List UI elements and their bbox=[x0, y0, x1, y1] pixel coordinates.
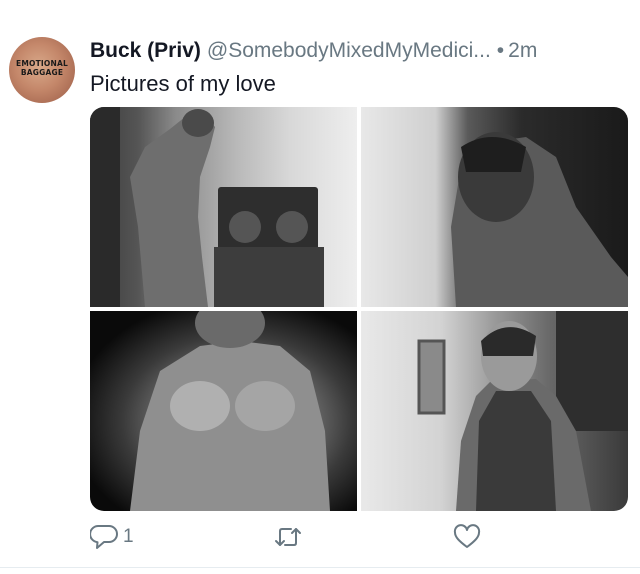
tweet-header: Buck (Priv) @SomebodyMixedMyMedici... • 2m bbox=[90, 39, 620, 67]
tweet-text: Pictures of my love bbox=[90, 71, 276, 96]
author-handle[interactable]: @SomebodyMixedMyMedici... bbox=[207, 39, 491, 62]
avatar-text-line-1: EMOTIONAL bbox=[16, 59, 68, 68]
avatar-text-line-2: BAGGAGE bbox=[20, 68, 64, 77]
heart-icon bbox=[453, 524, 481, 550]
retweet-icon bbox=[273, 524, 303, 550]
separator-dot: • bbox=[496, 39, 505, 62]
avatar[interactable]: EMOTIONAL BAGGAGE bbox=[9, 37, 75, 103]
photo-2[interactable] bbox=[361, 107, 628, 307]
reply-button[interactable]: 1 bbox=[90, 524, 134, 550]
photo-4[interactable] bbox=[361, 311, 628, 511]
reply-count: 1 bbox=[123, 526, 134, 547]
photo-3[interactable] bbox=[90, 311, 357, 511]
photo-grid bbox=[90, 107, 628, 511]
divider bbox=[0, 567, 640, 568]
photo-1[interactable] bbox=[90, 107, 357, 307]
retweet-button[interactable] bbox=[273, 524, 308, 550]
author-name[interactable]: Buck (Priv) bbox=[90, 39, 201, 62]
like-button[interactable] bbox=[453, 524, 486, 550]
avatar-text: EMOTIONAL BAGGAGE bbox=[9, 59, 75, 77]
timestamp[interactable]: 2m bbox=[508, 39, 537, 62]
reply-icon bbox=[90, 524, 118, 550]
tweet-actions: 1 bbox=[90, 524, 610, 558]
